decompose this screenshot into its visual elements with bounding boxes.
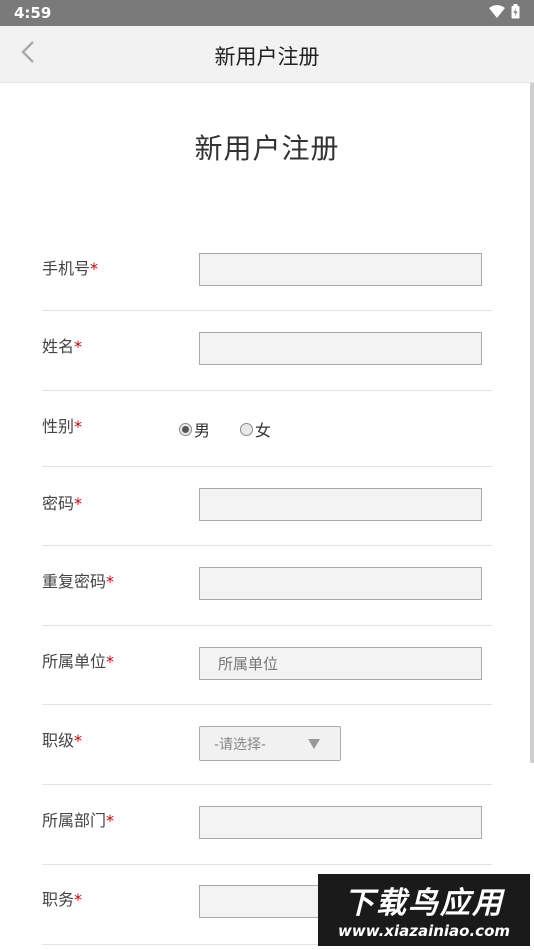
rank-label: 职级* bbox=[42, 731, 83, 750]
nav-title: 新用户注册 bbox=[214, 45, 320, 69]
phone-label: 手机号* bbox=[42, 259, 99, 278]
rank-select-value: -请选择- bbox=[214, 736, 267, 753]
organization-label: 所属单位* bbox=[42, 652, 115, 671]
form-row-department: 所属部门* bbox=[42, 785, 492, 865]
position-label: 职务* bbox=[42, 890, 83, 909]
status-time: 4:59 bbox=[14, 4, 52, 22]
department-label: 所属部门* bbox=[42, 811, 115, 830]
nav-bar: 新用户注册 bbox=[0, 26, 534, 83]
form-row-phone: 手机号* bbox=[42, 233, 492, 311]
organization-input[interactable] bbox=[199, 647, 482, 680]
gender-radio-group: 男 女 bbox=[179, 417, 271, 441]
status-bar: 4:59 bbox=[0, 0, 534, 26]
name-input[interactable] bbox=[199, 332, 482, 365]
battery-icon bbox=[511, 3, 520, 23]
wifi-icon bbox=[489, 4, 505, 23]
form-row-confirm-password: 重复密码* bbox=[42, 546, 492, 626]
status-icons bbox=[489, 3, 520, 23]
gender-radio-male[interactable] bbox=[179, 422, 192, 436]
gender-option-male: 男 bbox=[194, 421, 211, 440]
form-row-name: 姓名* bbox=[42, 311, 492, 391]
dropdown-arrow-icon bbox=[308, 739, 320, 749]
confirm-password-label: 重复密码* bbox=[42, 572, 115, 591]
confirm-password-input[interactable] bbox=[199, 567, 482, 600]
password-input[interactable] bbox=[199, 488, 482, 521]
phone-input[interactable] bbox=[199, 253, 482, 286]
form-row-rank: 职级* -请选择- bbox=[42, 705, 492, 785]
registration-form-page: 新用户注册 手机号* 姓名* 性别* 男 女 密码* 重复密码* 所属单位* 所… bbox=[0, 83, 534, 950]
name-label: 姓名* bbox=[42, 337, 83, 356]
page-heading: 新用户注册 bbox=[194, 132, 340, 165]
watermark-brand: 下载鸟应用 bbox=[344, 886, 504, 921]
scrollbar[interactable] bbox=[530, 83, 534, 763]
gender-option-female: 女 bbox=[255, 421, 272, 440]
form-row-gender: 性别* 男 女 bbox=[42, 391, 492, 467]
gender-label: 性别* bbox=[42, 417, 83, 436]
form-row-organization: 所属单位* bbox=[42, 626, 492, 705]
department-input[interactable] bbox=[199, 806, 482, 839]
watermark-url: www.xiazainiao.com bbox=[337, 922, 511, 940]
watermark-logo: 下载鸟应用 www.xiazainiao.com bbox=[318, 874, 530, 946]
gender-radio-female[interactable] bbox=[240, 422, 254, 436]
password-label: 密码* bbox=[42, 494, 83, 513]
form-row-password: 密码* bbox=[42, 467, 492, 546]
rank-select[interactable]: -请选择- bbox=[199, 726, 341, 761]
